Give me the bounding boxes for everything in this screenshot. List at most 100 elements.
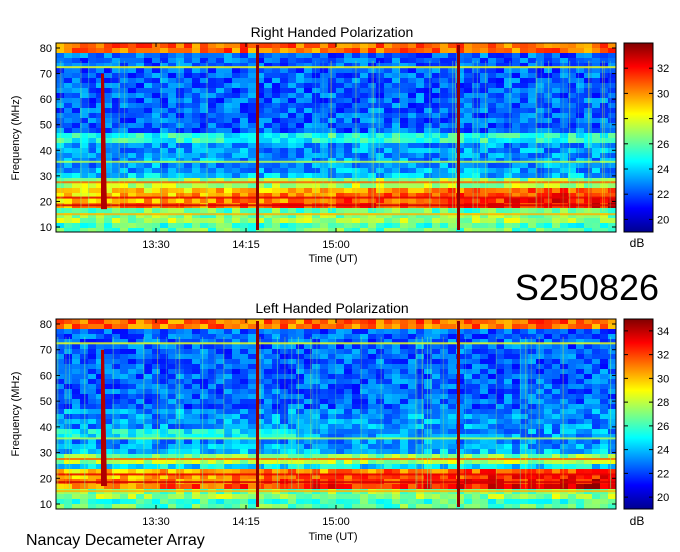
spectrogram-cell [112, 504, 120, 509]
spectrogram-cell [304, 68, 312, 73]
spectrogram-cell [144, 123, 152, 128]
spectrogram-cell [248, 469, 256, 474]
spectrogram-cell [128, 98, 136, 103]
spectrogram-cell [184, 494, 192, 499]
spectrogram-cell [520, 108, 528, 113]
spectrogram-cell [360, 324, 368, 329]
spectrogram-cell [480, 168, 488, 173]
spectrogram-cell [192, 399, 200, 404]
spectrogram-cell [232, 88, 240, 93]
spectrogram-cell [72, 404, 80, 409]
spectrogram-cell [448, 444, 456, 449]
spectrogram-cell [400, 449, 408, 454]
spectrogram-cell [192, 494, 200, 499]
spectrogram-cell [240, 208, 248, 213]
spectrogram-cell [72, 399, 80, 404]
spectrogram-cell [216, 344, 224, 349]
spectrogram-cell [152, 324, 160, 329]
colorbar-tick-label: 30 [657, 88, 669, 100]
spectrogram-cell [104, 399, 112, 404]
spectrogram-cell [384, 414, 392, 419]
spectrogram-cell [392, 319, 400, 324]
spectrogram-cell [472, 369, 480, 374]
spectrogram-cell [384, 449, 392, 454]
spectrogram-cell [96, 58, 104, 63]
spectrogram-cell [432, 148, 440, 153]
spectrogram-cell [392, 484, 400, 489]
spectrogram-cell [184, 319, 192, 324]
spectrogram-cell [152, 93, 160, 98]
spectrogram-cell [144, 93, 152, 98]
spectrogram-cell [248, 494, 256, 499]
spectrogram-cell [440, 188, 448, 193]
spectrogram-cell [464, 148, 472, 153]
spectrogram-cell [192, 394, 200, 399]
spectrogram-cell [72, 429, 80, 434]
spectrogram-cell [520, 354, 528, 359]
spectrogram-cell [240, 354, 248, 359]
spectrogram-cell [344, 389, 352, 394]
spectrogram-cell [552, 173, 560, 178]
spectrogram-cell [88, 73, 96, 78]
spectrogram-cell [120, 108, 128, 113]
spectrogram-cell [392, 384, 400, 389]
spectrogram-cell [264, 404, 272, 409]
spectrogram-cell [432, 88, 440, 93]
spectrogram-cell [192, 188, 200, 193]
spectrogram-cell [224, 504, 232, 509]
spectrogram-cell [592, 163, 600, 168]
rfi-streak [609, 60, 611, 212]
spectrogram-cell [288, 138, 296, 143]
spectrogram-cell [472, 399, 480, 404]
spectrogram-cell [160, 53, 168, 58]
spectrogram-cell [176, 188, 184, 193]
spectrogram-cell [168, 198, 176, 203]
spectrogram-cell [432, 469, 440, 474]
spectrogram-cell [104, 359, 112, 364]
spectrogram-cell [168, 123, 176, 128]
spectrogram-cell [464, 53, 472, 58]
spectrogram-cell [304, 148, 312, 153]
spectrogram-cell [264, 349, 272, 354]
spectrogram-cell [488, 188, 496, 193]
spectrogram-cell [552, 53, 560, 58]
spectrogram-cell [168, 394, 176, 399]
spectrogram-cell [264, 83, 272, 88]
spectrogram-cell [376, 228, 384, 232]
spectrogram-cell [408, 329, 416, 334]
spectrogram-cell [376, 374, 384, 379]
spectrogram-cell [104, 223, 112, 228]
spectrogram-cell [432, 173, 440, 178]
spectrogram-cell [240, 419, 248, 424]
spectrogram-cell [336, 78, 344, 83]
spectrogram-cell [72, 464, 80, 469]
spectrogram-cell [528, 188, 536, 193]
spectrogram-cell [224, 88, 232, 93]
spectrogram-cell [408, 88, 416, 93]
spectrogram-cell [112, 223, 120, 228]
spectrogram-cell [392, 414, 400, 419]
spectrogram-cell [576, 88, 584, 93]
spectrogram-cell [136, 153, 144, 158]
spectrogram-cell [72, 484, 80, 489]
spectrogram-cell [128, 334, 136, 339]
spectrogram-cell [192, 153, 200, 158]
spectrogram-cell [552, 143, 560, 148]
spectrogram-cell [296, 364, 304, 369]
spectrogram-cell [184, 163, 192, 168]
spectrogram-cell [480, 494, 488, 499]
spectrogram-cell [136, 464, 144, 469]
spectrogram-cell [304, 88, 312, 93]
spectrogram-cell [80, 464, 88, 469]
spectrogram-cell [280, 394, 288, 399]
spectrogram-cell [168, 374, 176, 379]
spectrogram-cell [432, 108, 440, 113]
spectrogram-cell [392, 128, 400, 133]
spectrogram-cell [240, 349, 248, 354]
spectrogram-cell [464, 103, 472, 108]
spectrogram-cell [320, 73, 328, 78]
spectrogram-cell [496, 349, 504, 354]
spectrogram-cell [248, 379, 256, 384]
spectrogram-cell [216, 143, 224, 148]
rfi-streak [371, 60, 373, 212]
